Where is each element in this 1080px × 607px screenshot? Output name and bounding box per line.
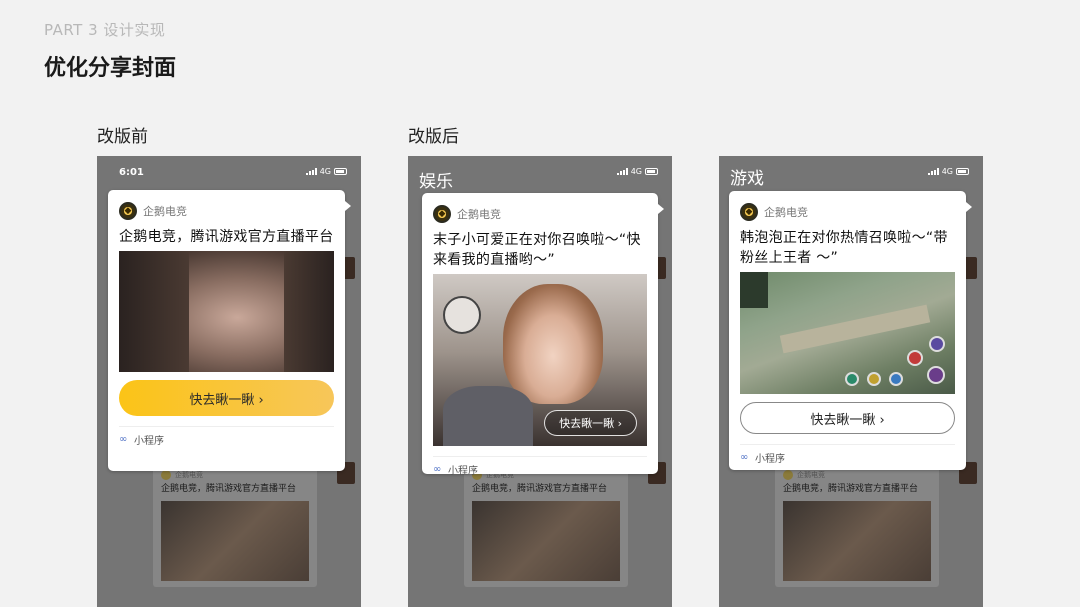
category-label: 游戏 xyxy=(730,169,764,189)
link-icon: ∞ xyxy=(740,452,749,463)
skill-button xyxy=(907,350,923,366)
chat-text: 企鹅电竞，腾讯游戏官方直播平台 xyxy=(783,484,919,494)
status-icons: 4G xyxy=(616,167,658,176)
portrait-hair xyxy=(284,251,334,372)
brand-logo-icon: ◆ xyxy=(119,202,137,220)
link-icon: ∞ xyxy=(433,464,442,475)
mini-program-label: 小程序 xyxy=(448,466,478,477)
brand-logo-icon: ◆ xyxy=(433,205,451,223)
mini-program-footer: ∞ 小程序 xyxy=(740,444,955,470)
brand-logo-icon xyxy=(161,470,171,480)
mini-program-label: 小程序 xyxy=(134,436,164,447)
share-card[interactable]: ◆ 企鹅电竞 末子小可爱正在对你召唤啦～“快来看我的直播哟～” 快去瞅一瞅 › … xyxy=(422,193,664,477)
battery-icon xyxy=(645,168,658,175)
status-time: 6:01 xyxy=(119,167,144,178)
share-card[interactable]: ◆ 企鹅电竞 韩泡泡正在对你热情召唤啦～“带粉丝上王者 ～” 快去瞅一瞅 › ∞… xyxy=(729,191,972,470)
portrait-face xyxy=(503,284,603,404)
share-text: 末子小可爱正在对你召唤啦～“快来看我的直播哟～” xyxy=(433,232,641,268)
share-card[interactable]: ◆ 企鹅电竞 企鹅电竞，腾讯游戏官方直播平台 快去瞅一瞅 › ∞ 小程序 xyxy=(108,190,351,471)
brand-name: 企鹅电竞 xyxy=(797,471,825,479)
network-label: 4G xyxy=(319,167,331,176)
skill-button xyxy=(927,366,945,384)
part-label: PART 3 设计实现 xyxy=(44,21,166,39)
network-label: 4G xyxy=(630,167,642,176)
column-label-after: 改版后 xyxy=(408,127,459,147)
link-icon: ∞ xyxy=(119,434,128,445)
mini-program-footer: ∞ 小程序 xyxy=(119,426,334,452)
mini-program-footer: ∞ 小程序 xyxy=(433,456,647,482)
skill-button xyxy=(845,372,859,386)
category-label: 娱乐 xyxy=(419,172,453,192)
skill-button xyxy=(929,336,945,352)
watch-button[interactable]: 快去瞅一瞅 › xyxy=(544,410,637,436)
phone-after-entertainment: 4G 娱乐 企鹅电竞 企鹅电竞，腾讯游戏官方直播平台 ◆ 企鹅电竞 末子小可爱正… xyxy=(408,156,672,607)
cover-image xyxy=(783,501,931,581)
watch-button[interactable]: 快去瞅一瞅 › xyxy=(119,380,334,416)
status-bar: 6:01 4G xyxy=(97,156,361,186)
brand-name: 企鹅电竞 xyxy=(764,206,808,219)
share-text: 韩泡泡正在对你热情召唤啦～“带粉丝上王者 ～” xyxy=(740,230,948,266)
signal-icon xyxy=(305,168,317,175)
skill-button xyxy=(867,372,881,386)
network-label: 4G xyxy=(941,167,953,176)
cat-image xyxy=(443,386,533,446)
battery-icon xyxy=(334,168,347,175)
status-icons: 4G xyxy=(927,167,969,176)
skill-button xyxy=(889,372,903,386)
phone-before: 6:01 4G 企鹅电竞 企鹅电竞，腾讯游戏官方直播平台 ◆ 企鹅电竞 企鹅电竞… xyxy=(97,156,361,607)
mini-program-label: 小程序 xyxy=(755,454,785,465)
column-label-before: 改版前 xyxy=(97,127,148,147)
background-chat-card: 企鹅电竞 企鹅电竞，腾讯游戏官方直播平台 xyxy=(775,464,939,587)
chat-text: 企鹅电竞，腾讯游戏官方直播平台 xyxy=(161,484,297,494)
background-chat-card: 企鹅电竞 企鹅电竞，腾讯游戏官方直播平台 xyxy=(464,464,628,587)
game-minimap xyxy=(740,272,768,308)
phone-after-game: 4G 游戏 企鹅电竞 企鹅电竞，腾讯游戏官方直播平台 ◆ 企鹅电竞 韩泡泡正在对… xyxy=(719,156,983,607)
fan-decoration xyxy=(443,296,481,334)
page-title: 优化分享封面 xyxy=(44,56,177,81)
brand-name: 企鹅电竞 xyxy=(143,205,187,218)
brand-name: 企鹅电竞 xyxy=(457,208,501,221)
brand-logo-icon xyxy=(783,470,793,480)
watch-button[interactable]: 快去瞅一瞅 › xyxy=(740,402,955,434)
game-road xyxy=(779,304,931,354)
game-screenshot xyxy=(740,272,955,394)
cover-image xyxy=(119,251,334,372)
chat-text: 企鹅电竞，腾讯游戏官方直播平台 xyxy=(472,484,608,494)
brand-logo-icon: ◆ xyxy=(740,203,758,221)
signal-icon xyxy=(927,168,939,175)
background-chat-card: 企鹅电竞 企鹅电竞，腾讯游戏官方直播平台 xyxy=(153,464,317,587)
cover-image xyxy=(161,501,309,581)
signal-icon xyxy=(616,168,628,175)
status-icons: 4G xyxy=(305,167,347,176)
cover-image: 快去瞅一瞅 › xyxy=(433,274,647,446)
portrait-hair xyxy=(119,251,189,372)
brand-name: 企鹅电竞 xyxy=(175,471,203,479)
battery-icon xyxy=(956,168,969,175)
cover-image xyxy=(472,501,620,581)
share-text: 企鹅电竞，腾讯游戏官方直播平台 xyxy=(119,229,334,245)
